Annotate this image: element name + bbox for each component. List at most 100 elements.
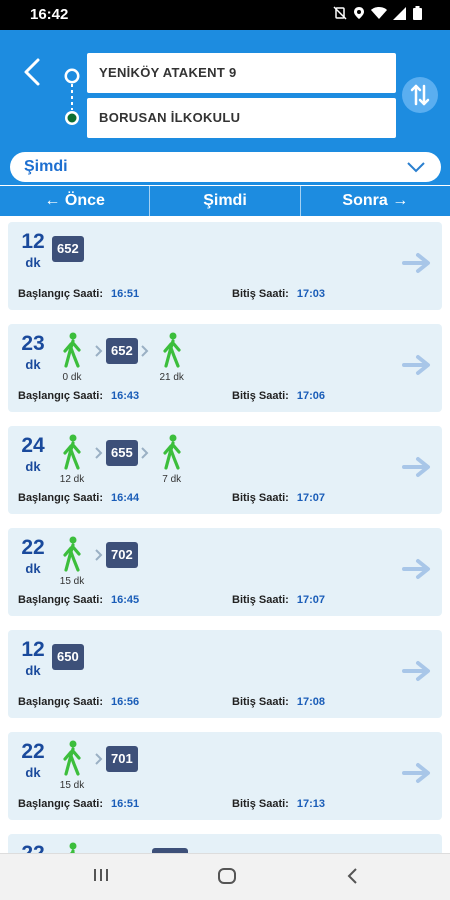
route-arrow-icon[interactable] <box>402 354 432 381</box>
duration-value: 12 <box>21 638 45 661</box>
bus-line-badge: 701 <box>106 746 138 772</box>
end-time-label: Bitiş Saati: <box>232 798 289 810</box>
time-select-dropdown[interactable]: Şimdi <box>10 152 441 182</box>
start-time-label: Başlangıç Saati: <box>18 696 103 708</box>
route-arrow-icon[interactable] <box>402 456 432 483</box>
duration-value: 23 <box>21 332 45 355</box>
step-separator-icon <box>138 438 152 468</box>
start-time-value: 16:44 <box>110 492 140 504</box>
walk-duration: 21 dk <box>159 372 184 383</box>
tab-now[interactable]: Şimdi <box>150 186 301 216</box>
duration-unit: dk <box>25 357 41 372</box>
route-arrow-icon[interactable] <box>402 252 432 279</box>
walk-duration: 15 dk <box>59 780 85 791</box>
duration-value: 22 <box>18 842 48 853</box>
start-time-label: Başlangıç Saati: <box>18 798 103 810</box>
start-time-value: 16:45 <box>110 594 140 606</box>
step-separator-icon <box>92 438 106 468</box>
route-arrow-icon[interactable] <box>402 558 432 585</box>
origin-field[interactable]: YENİKÖY ATAKENT 9 <box>87 53 396 93</box>
step-separator-icon <box>92 540 106 570</box>
start-time-label: Başlangıç Saati: <box>18 492 103 504</box>
walk-step: 0 dk <box>52 332 92 384</box>
walk-step: 21 dk <box>152 332 192 384</box>
step-separator-icon <box>92 336 106 366</box>
route-arrow-icon[interactable] <box>402 660 432 687</box>
wifi-icon <box>371 6 387 25</box>
bus-line-badge: 702 <box>106 542 138 568</box>
back-arrow-icon <box>24 58 40 86</box>
start-time-value: 16:56 <box>110 696 140 708</box>
route-card[interactable]: 12 dk 652 Başlangıç Saati: 16:51 Bitiş Saati:… <box>8 222 442 310</box>
walk-duration: 7 dk <box>162 474 182 485</box>
walk-step: 7 dk <box>152 434 192 486</box>
walk-step: 15 dk <box>52 536 92 588</box>
tab-next[interactable]: Sonra → <box>301 186 450 216</box>
recent-apps-icon[interactable] <box>92 866 110 889</box>
start-time-label: Başlangıç Saati: <box>18 594 103 606</box>
route-arrow-icon[interactable] <box>402 762 432 789</box>
back-button[interactable] <box>18 54 48 90</box>
route-duration: 22 dk <box>18 536 48 576</box>
route-card[interactable]: 24 dk 12 dk 655 7 dk Başlangıç Saati: 16:44 Bit… <box>8 426 442 514</box>
system-nav-bar <box>0 853 450 900</box>
swap-button[interactable] <box>402 77 438 113</box>
route-card[interactable]: 22 dk 15 dk 702 Başlangıç Saati: 16:45 Bitiş S… <box>8 528 442 616</box>
mute-vibrate-icon <box>333 6 347 25</box>
start-time-value: 16:43 <box>110 390 140 402</box>
home-icon[interactable] <box>217 866 237 891</box>
duration-unit: dk <box>25 765 41 780</box>
end-time-label: Bitiş Saati: <box>232 288 289 300</box>
route-line <box>62 66 82 156</box>
bus-line-badge: 655 <box>106 440 138 466</box>
end-time-value: 17:08 <box>296 696 325 708</box>
destination-field[interactable]: BORUSAN İLKOKULU <box>87 98 396 138</box>
swap-icon <box>410 84 430 106</box>
route-duration: 12 dk <box>18 230 48 270</box>
step-separator-icon <box>138 336 152 366</box>
end-time-value: 17:03 <box>296 288 325 300</box>
back-icon[interactable] <box>346 866 360 891</box>
route-steps <box>52 842 188 853</box>
battery-icon <box>413 6 422 25</box>
walk-step: 12 dk <box>52 434 92 486</box>
bus-line-badge: 652 <box>106 338 138 364</box>
route-steps: 652 <box>52 230 84 282</box>
chevron-down-icon <box>407 162 425 173</box>
walk-step: 15 dk <box>52 740 92 792</box>
end-time-label: Bitiş Saati: <box>232 492 289 504</box>
duration-value: 22 <box>21 740 45 763</box>
start-time-value: 16:51 <box>110 288 140 300</box>
route-steps: 15 dk 702 <box>52 536 138 588</box>
duration-unit: dk <box>25 663 41 678</box>
route-steps: 15 dk 701 <box>52 740 138 792</box>
route-steps: 650 <box>52 638 84 690</box>
step-separator-icon <box>92 744 106 774</box>
route-card[interactable]: 22 <box>8 834 442 853</box>
step-separator-icon <box>92 846 106 853</box>
route-steps: 12 dk 655 7 dk <box>52 434 192 486</box>
route-card[interactable]: 23 dk 0 dk 652 21 dk Başlangıç Saati: 16:43 Bit… <box>8 324 442 412</box>
route-header: YENİKÖY ATAKENT 9 BORUSAN İLKOKULU <box>0 30 450 147</box>
duration-value: 12 <box>21 230 45 253</box>
destination-text: BORUSAN İLKOKULU <box>99 110 241 125</box>
duration-value: 22 <box>21 536 45 559</box>
status-icons <box>333 6 422 25</box>
end-time-label: Bitiş Saati: <box>232 390 289 402</box>
start-time-label: Başlangıç Saati: <box>18 390 103 402</box>
signal-icon <box>393 6 407 25</box>
walk-duration: 0 dk <box>62 372 82 383</box>
route-card[interactable]: 22 dk 15 dk 701 Başlangıç Saati: 16:51 Bitiş S… <box>8 732 442 820</box>
duration-unit: dk <box>25 561 41 576</box>
end-time-value: 17:07 <box>296 594 325 606</box>
route-duration: 22 <box>18 842 48 853</box>
time-tabs: ← Önce Şimdi Sonra → <box>0 186 450 216</box>
duration-unit: dk <box>25 255 41 270</box>
bus-line-badge: 650 <box>52 644 84 670</box>
route-duration: 22 dk <box>18 740 48 780</box>
route-card[interactable]: 12 dk 650 Başlangıç Saati: 16:56 Bitiş Saati:… <box>8 630 442 718</box>
route-duration: 12 dk <box>18 638 48 678</box>
end-time-label: Bitiş Saati: <box>232 594 289 606</box>
tab-prev[interactable]: ← Önce <box>0 186 151 216</box>
bus-line-badge: 652 <box>52 236 84 262</box>
